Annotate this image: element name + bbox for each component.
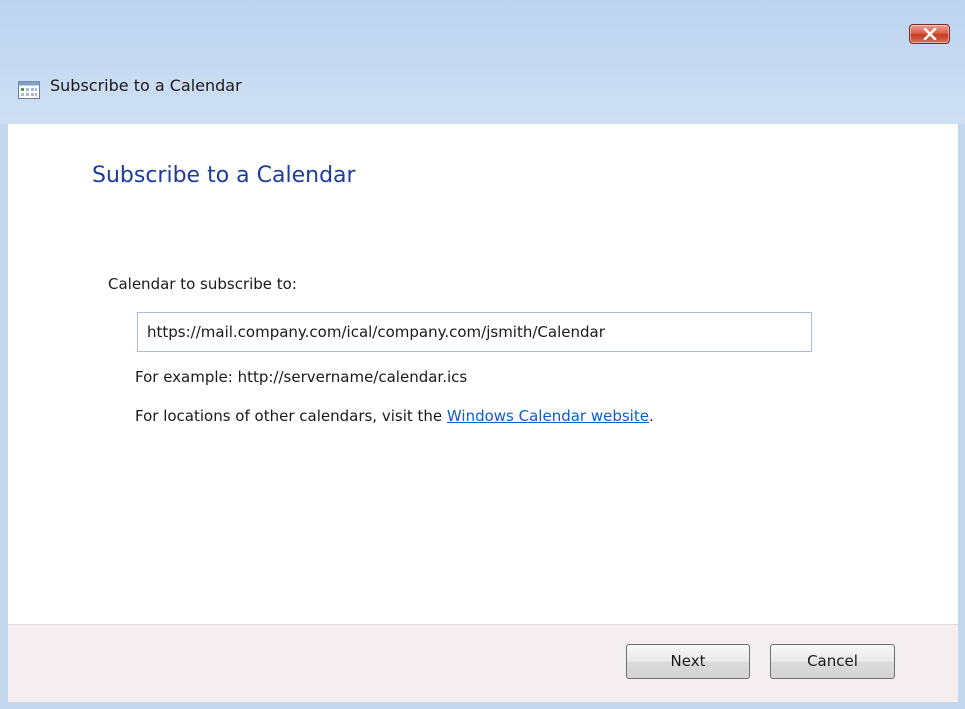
- calendar-url-input[interactable]: [137, 312, 812, 352]
- close-icon: [923, 28, 937, 40]
- dialog-content: Subscribe to a Calendar Calendar to subs…: [8, 124, 958, 624]
- next-button[interactable]: Next: [626, 644, 750, 679]
- locations-hint: For locations of other calendars, visit …: [135, 407, 654, 425]
- button-bar: Next Cancel: [8, 624, 958, 702]
- window-bottom-border: [0, 702, 965, 709]
- calendar-url-label: Calendar to subscribe to:: [108, 275, 297, 293]
- calendar-icon: [18, 81, 40, 99]
- dialog-window: Subscribe to a Calendar Subscribe to a C…: [0, 0, 965, 709]
- window-title: Subscribe to a Calendar: [50, 76, 242, 95]
- cancel-button[interactable]: Cancel: [770, 644, 895, 679]
- windows-calendar-website-link[interactable]: Windows Calendar website: [447, 407, 649, 425]
- title-bar: Subscribe to a Calendar: [0, 0, 965, 124]
- page-title: Subscribe to a Calendar: [92, 163, 356, 188]
- locations-hint-prefix: For locations of other calendars, visit …: [135, 407, 447, 425]
- example-hint: For example: http://servername/calendar.…: [135, 368, 468, 386]
- locations-hint-suffix: .: [648, 407, 654, 425]
- close-button[interactable]: [909, 24, 950, 44]
